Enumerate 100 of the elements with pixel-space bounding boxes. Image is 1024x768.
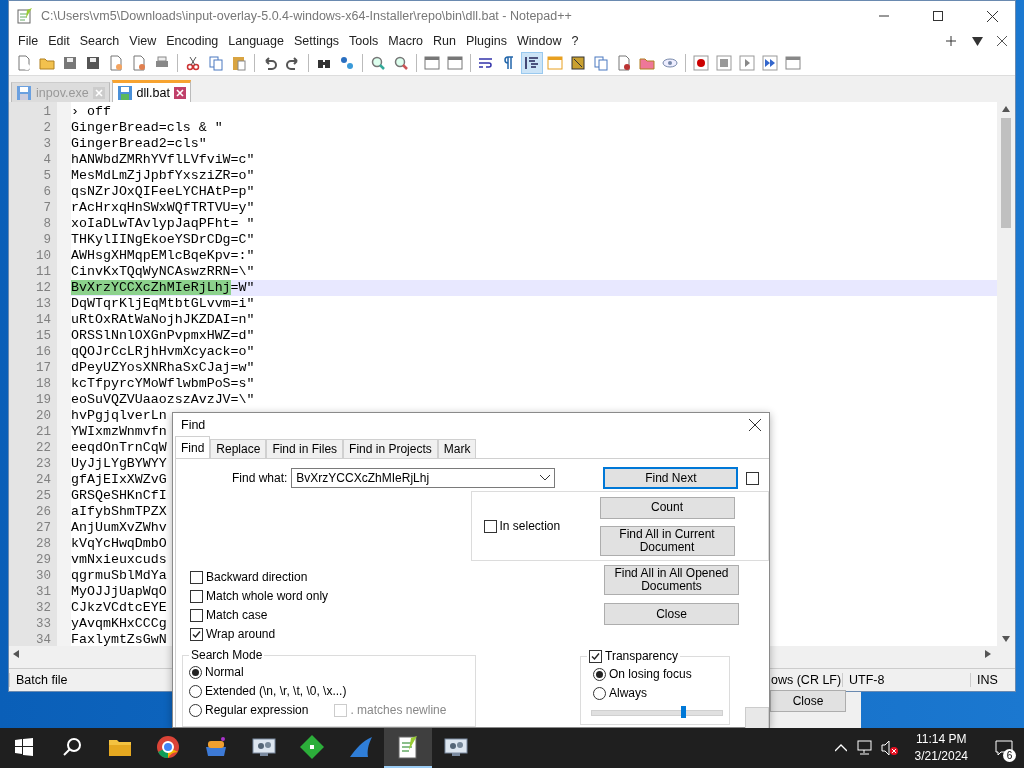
- caret-up-icon[interactable]: [834, 744, 847, 752]
- code-line: yAvqmKHxCCCg: [71, 616, 167, 631]
- dialog-title: Find: [181, 417, 206, 432]
- line-number: 7: [42, 200, 52, 216]
- arrow-up-icon[interactable]: [1002, 106, 1010, 112]
- line-number: 3: [42, 136, 52, 152]
- line-number: 23: [35, 456, 52, 472]
- notepad-icon: [397, 735, 419, 759]
- checkbox[interactable]: [589, 649, 602, 663]
- network-icon[interactable]: [854, 740, 873, 756]
- line-number: 26: [35, 504, 52, 520]
- dialog-tab[interactable]: Replace: [210, 439, 267, 458]
- menu-item[interactable]: Language: [223, 34, 289, 48]
- checkbox[interactable]: [190, 608, 203, 622]
- menu-item[interactable]: View: [124, 34, 162, 48]
- record-icon[interactable]: [690, 52, 712, 74]
- code-line: GingerBread2=cls": [71, 136, 207, 151]
- clock-date[interactable]: 3/21/2024: [914, 748, 968, 765]
- arrow-left-icon[interactable]: [13, 650, 19, 658]
- dialog-tab[interactable]: Find in Files: [266, 439, 344, 458]
- close-icon[interactable]: [749, 418, 761, 431]
- notification-button[interactable]: 6: [984, 728, 1024, 768]
- checkbox[interactable]: [190, 627, 203, 641]
- maximize-icon[interactable]: [933, 11, 943, 21]
- close-icon[interactable]: [997, 36, 1007, 46]
- mode-label: Extended (\n, \r, \t, \0, \x...): [205, 684, 347, 698]
- scrollbar-thumb[interactable]: [1001, 118, 1011, 228]
- line-number: 25: [35, 488, 52, 504]
- menu-item[interactable]: File: [13, 34, 44, 48]
- menu-item[interactable]: Search: [74, 34, 125, 48]
- indent-icon[interactable]: [521, 52, 543, 74]
- code-line: qQOJrCcLRjhHvmXcyack=o": [71, 344, 255, 359]
- code-line: dPeyUZYosXNRhaSxCJaj=w": [71, 360, 255, 375]
- checkbox[interactable]: [190, 570, 203, 584]
- radio-button[interactable]: [189, 665, 202, 679]
- code-line: THKylIINgEkoeYSDrCDg=C": [71, 232, 255, 247]
- code-line: FaxlymtZsGwN: [71, 632, 167, 646]
- speaker-muted-icon[interactable]: [880, 740, 899, 756]
- line-number: 30: [35, 568, 52, 584]
- menu-item[interactable]: Settings: [288, 34, 345, 48]
- windows-logo-icon: [15, 738, 33, 756]
- file-tab[interactable]: dll.bat: [111, 80, 191, 102]
- radio-button[interactable]: [189, 684, 202, 698]
- arrow-right-icon[interactable]: [985, 650, 991, 658]
- fast-forward-icon[interactable]: [759, 52, 781, 74]
- caret-down-icon[interactable]: [540, 475, 551, 481]
- code-line: › off: [71, 104, 111, 119]
- triangle-down-icon[interactable]: [972, 36, 983, 46]
- close-button[interactable]: Close: [604, 603, 739, 625]
- code-line: hANWbdZMRhYVflLVfviW=c": [71, 152, 255, 167]
- checkbox[interactable]: [190, 589, 203, 603]
- code-line: AnjUumXvZWhv: [71, 520, 167, 535]
- code-line: aIfybShmTPZX: [71, 504, 167, 519]
- clock-time[interactable]: 11:14 PM: [916, 731, 967, 748]
- checkbox[interactable]: [746, 471, 760, 485]
- play-icon[interactable]: [736, 52, 758, 74]
- find-all-opened-button[interactable]: Find All in All Opened Documents: [604, 565, 739, 595]
- find-what-field[interactable]: BvXrzYCCXcZhMIeRjLhj: [291, 468, 556, 488]
- code-line: xoIaDLwTAvlypJaqPFht= ": [71, 216, 255, 231]
- radio-button[interactable]: [593, 667, 606, 681]
- transparency-label: Transparency: [605, 649, 678, 663]
- arrow-down-icon[interactable]: [1002, 636, 1010, 642]
- line-number: 24: [35, 472, 52, 488]
- monitor-icon: [443, 735, 469, 759]
- menu-item[interactable]: ?: [566, 34, 584, 48]
- taskbar-app[interactable]: [384, 728, 432, 768]
- dialog-tab[interactable]: Find in Projects: [343, 439, 438, 458]
- line-number: 15: [35, 328, 52, 344]
- slider-thumb[interactable]: [681, 706, 686, 718]
- menu-item[interactable]: Encoding: [161, 34, 224, 48]
- checkbox[interactable]: [483, 519, 497, 533]
- menu-item[interactable]: Edit: [43, 34, 75, 48]
- menu-item[interactable]: Plugins: [460, 34, 512, 48]
- line-number: 13: [35, 296, 52, 312]
- menu-item[interactable]: Window: [511, 34, 567, 48]
- line-number: 16: [35, 344, 52, 360]
- code-line: hvPgjqlverLn: [71, 408, 167, 423]
- floppy-icon: [16, 84, 32, 101]
- line-number: 4: [42, 152, 52, 168]
- menu-item[interactable]: Macro: [383, 34, 429, 48]
- plus-icon[interactable]: [946, 36, 956, 46]
- stop-icon[interactable]: [713, 52, 735, 74]
- dialog-tab[interactable]: Find: [175, 436, 211, 458]
- radio-button[interactable]: [593, 686, 606, 700]
- find-all-current-button[interactable]: Find All in Current Document: [599, 525, 735, 556]
- menu-item[interactable]: Tools: [344, 34, 384, 48]
- count-button[interactable]: Count: [599, 496, 735, 519]
- code-line: qsNZrJOxQIFeeLYCHAtP=p": [71, 184, 255, 199]
- transparency-mode-label: Always: [609, 686, 647, 700]
- radio-button[interactable]: [189, 703, 202, 717]
- code-line: AWHsgXHMqpEMlcBqeKpv=:": [71, 248, 255, 263]
- dialog-tab[interactable]: Mark: [437, 439, 477, 458]
- close-icon[interactable]: [986, 10, 998, 22]
- find-next-button[interactable]: Find Next: [603, 467, 739, 489]
- collapse-button[interactable]: [745, 707, 769, 729]
- code-line: eeqdOnTrnCqW: [71, 440, 167, 455]
- menu-item[interactable]: Run: [428, 34, 461, 48]
- line-number: 5: [42, 168, 52, 184]
- close-button[interactable]: Close: [770, 690, 846, 712]
- mode-label: Regular expression: [205, 703, 309, 717]
